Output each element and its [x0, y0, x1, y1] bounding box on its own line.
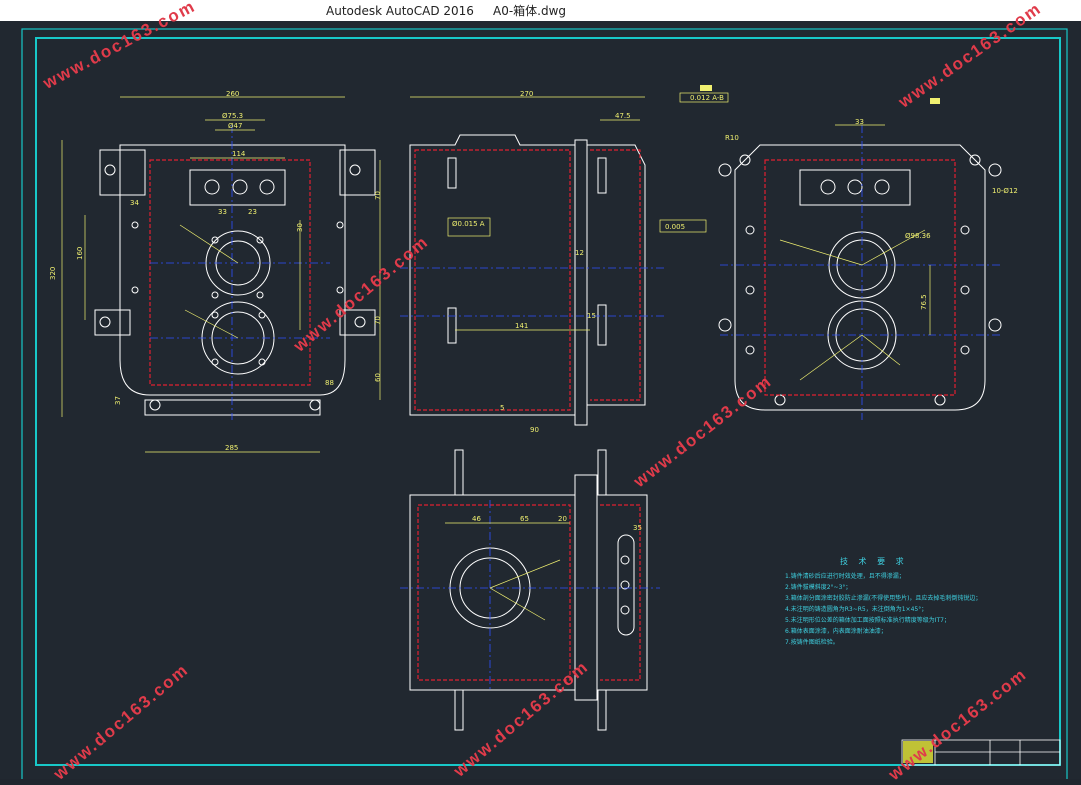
dim-90: 90	[530, 426, 539, 434]
dim-70b: 70	[374, 316, 382, 325]
dim-46: 46	[472, 515, 481, 523]
right-view	[718, 144, 1002, 411]
tech-item: 3.箱体剖分面涂密封胶防止渗漏(不得使用垫片)，且应去掉毛刺倒钝锐边；	[785, 595, 982, 602]
dim-15: 15	[587, 312, 596, 320]
tech-title: 技 术 要 求	[840, 557, 908, 566]
dim-20: 20	[558, 515, 567, 523]
drawing-canvas[interactable]: 260 320 285 Ø75.3 Ø47 114 33 23 34 160 7…	[0, 0, 1081, 784]
dim-33a: 33	[218, 208, 227, 216]
front-centerlines	[150, 125, 330, 420]
dim-88: 88	[325, 379, 334, 387]
dim-70a: 70	[374, 191, 382, 200]
dim-270: 270	[520, 90, 533, 98]
dim-34: 34	[130, 199, 139, 207]
dim-114: 114	[232, 150, 246, 158]
front-dim-text: 260 320 285 Ø75.3 Ø47 114 33 23 34 160 7…	[49, 90, 382, 452]
dim-12: 12	[575, 249, 584, 257]
inner-border	[35, 37, 1061, 766]
dim-285: 285	[225, 444, 238, 452]
tech-item: 7.按铸件图纸检验。	[785, 639, 839, 646]
dim-320: 320	[49, 267, 57, 280]
cad-drawing: 260 320 285 Ø75.3 Ø47 114 33 23 34 160 7…	[21, 28, 1068, 779]
dim-60: 60	[374, 373, 382, 382]
dim-phi75: Ø75.3	[222, 112, 243, 120]
dim-10phi12: 10-Ø12	[992, 187, 1018, 195]
dim-5: 5	[500, 404, 504, 412]
side-view	[409, 134, 646, 426]
dim-r10: R10	[725, 134, 739, 142]
dim-260: 260	[226, 90, 239, 98]
tech-item: 4.未注明的铸造圆角为R3~R5，未注倒角为1×45°；	[785, 606, 928, 613]
technical-requirements: 技 术 要 求 1.铸件清砂后应进行时效处理，且不得渗漏； 2.铸件拔模斜度2°…	[785, 556, 1025, 648]
front-view	[94, 144, 376, 416]
dim-65: 65	[520, 515, 529, 523]
tech-item: 2.铸件拔模斜度2°~3°；	[785, 584, 852, 591]
dim-33-right: 33	[855, 118, 864, 126]
dim-76-5: 76.5	[920, 294, 928, 310]
tech-item: 5.未注明形位公差的箱体加工面按照标准执行精度等级为IT7；	[785, 617, 950, 624]
dim-phi47: Ø47	[228, 122, 242, 130]
tol-b: Ø0.015 A	[452, 220, 485, 228]
dim-30: 30	[296, 223, 304, 232]
front-hidden	[149, 159, 311, 386]
dim-35: 35	[633, 524, 642, 532]
tol-ab: 0.012 A-B	[690, 94, 724, 102]
dim-phi98: Ø98.36	[905, 232, 931, 240]
dim-47-5: 47.5	[615, 112, 631, 120]
tech-item: 1.铸件清砂后应进行时效处理，且不得渗漏；	[785, 573, 905, 580]
dim-37: 37	[114, 396, 122, 405]
dim-23: 23	[248, 208, 257, 216]
dim-141: 141	[515, 322, 528, 330]
window-title: Autodesk AutoCAD 2016 A0-箱体.dwg	[326, 4, 567, 18]
tol-c: 0.005	[665, 223, 685, 231]
dim-160: 160	[76, 247, 84, 260]
tech-item: 6.箱体表面涂漆，内表面涂耐油油漆；	[785, 628, 887, 635]
bottom-view	[409, 449, 648, 731]
